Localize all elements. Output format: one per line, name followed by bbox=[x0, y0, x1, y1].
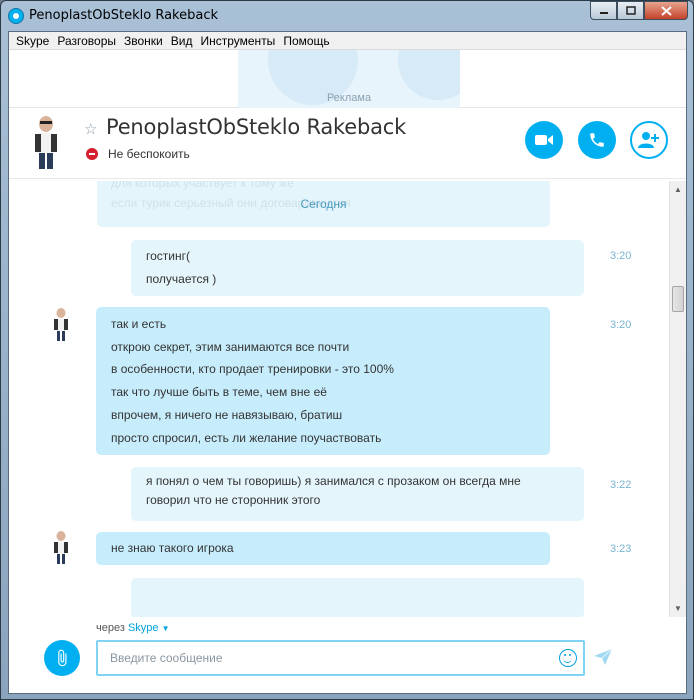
via-service[interactable]: Skype bbox=[128, 622, 159, 634]
app-window: PenoplastObSteklo Rakeback Skype Разгово… bbox=[0, 0, 694, 700]
message-bubble-outgoing[interactable]: гостинг( получается ) bbox=[131, 240, 584, 296]
message-text: открою секрет, этим занимаются все почти bbox=[111, 339, 350, 354]
sender-avatar[interactable] bbox=[52, 531, 70, 565]
message-text: говорил что не сторонник этого bbox=[146, 493, 321, 507]
send-icon[interactable] bbox=[593, 648, 613, 666]
ad-banner[interactable]: Реклама bbox=[238, 50, 460, 108]
message-text: впрочем, я ничего не навязываю, братиш bbox=[111, 407, 343, 422]
menu-bar: Skype Разговоры Звонки Вид Инструменты П… bbox=[9, 32, 686, 50]
message-time: 3:23 bbox=[610, 543, 632, 555]
video-camera-icon bbox=[535, 135, 553, 145]
menu-tools[interactable]: Инструменты bbox=[198, 34, 281, 48]
add-contact-button[interactable] bbox=[630, 121, 668, 159]
contact-name: PenoplastObSteklo Rakeback bbox=[106, 115, 407, 139]
chevron-down-icon[interactable]: ▼ bbox=[162, 624, 170, 633]
close-button[interactable] bbox=[644, 1, 688, 20]
ad-area: Реклама bbox=[9, 50, 686, 108]
emoji-icon[interactable] bbox=[559, 649, 577, 667]
message-text: гостинг( bbox=[146, 249, 190, 263]
audio-call-button[interactable] bbox=[578, 121, 616, 159]
message-text: не знаю такого игрока bbox=[111, 541, 234, 555]
message-text: просто спросил, есть ли желание поучаств… bbox=[111, 430, 382, 445]
send-via-selector[interactable]: через Skype ▼ bbox=[96, 622, 170, 634]
message-text: в особенности, кто продает тренировки - … bbox=[111, 362, 394, 377]
message-bubble-outgoing[interactable]: я понял о чем ты говоришь) я занимался с… bbox=[131, 467, 584, 521]
menu-view[interactable]: Вид bbox=[169, 34, 199, 48]
date-separator: для которых участвует к тому же если тур… bbox=[97, 181, 550, 227]
message-time: 3:22 bbox=[610, 479, 632, 491]
message-text: я понял о чем ты говоришь) я занимался с… bbox=[146, 474, 521, 488]
phone-icon bbox=[590, 133, 604, 147]
scroll-up-arrow-icon[interactable]: ▲ bbox=[670, 181, 686, 198]
do-not-disturb-icon bbox=[86, 148, 98, 160]
message-input[interactable] bbox=[98, 642, 538, 674]
ad-label: Реклама bbox=[326, 92, 372, 104]
contact-avatar[interactable] bbox=[31, 115, 61, 171]
menu-skype[interactable]: Skype bbox=[14, 34, 55, 48]
title-bar[interactable]: PenoplastObSteklo Rakeback bbox=[1, 1, 693, 31]
maximize-icon bbox=[625, 6, 636, 15]
contact-header: ☆ PenoplastObSteklo Rakeback Не беспокои… bbox=[9, 108, 686, 179]
message-input-box[interactable] bbox=[96, 640, 585, 676]
sender-avatar[interactable] bbox=[52, 308, 70, 342]
menu-calls[interactable]: Звонки bbox=[122, 34, 169, 48]
window-title: PenoplastObSteklo Rakeback bbox=[29, 8, 218, 23]
faded-message-line: для которых участвует к тому же bbox=[111, 181, 294, 190]
conversation-scrollbar[interactable]: ▲ ▼ bbox=[669, 181, 686, 617]
message-bubble-incoming[interactable]: не знаю такого игрока bbox=[96, 532, 550, 565]
close-icon bbox=[660, 5, 672, 16]
scroll-down-arrow-icon[interactable]: ▼ bbox=[670, 600, 686, 617]
contact-status: Не беспокоить bbox=[108, 147, 190, 161]
message-bubble-incoming[interactable]: так и есть открою секрет, этим занимаютс… bbox=[96, 307, 550, 455]
message-time: 3:20 bbox=[610, 250, 632, 262]
video-call-button[interactable] bbox=[525, 121, 563, 159]
scroll-thumb[interactable] bbox=[672, 286, 684, 312]
skype-logo-icon bbox=[8, 8, 24, 24]
paperclip-icon bbox=[58, 649, 67, 667]
add-person-icon bbox=[638, 132, 659, 148]
favorite-star-icon[interactable]: ☆ bbox=[84, 120, 97, 138]
minimize-button[interactable] bbox=[590, 1, 617, 20]
message-time: 3:20 bbox=[610, 319, 632, 331]
menu-conversations[interactable]: Разговоры bbox=[55, 34, 122, 48]
menu-help[interactable]: Помощь bbox=[281, 34, 335, 48]
window-controls bbox=[590, 1, 688, 20]
date-label: Сегодня bbox=[300, 197, 347, 211]
client-area: Skype Разговоры Звонки Вид Инструменты П… bbox=[8, 31, 687, 694]
conversation-area[interactable]: для которых участвует к тому же если тур… bbox=[9, 181, 686, 617]
message-text: так и есть bbox=[111, 317, 167, 331]
via-prefix: через bbox=[96, 622, 125, 634]
message-bubble-outgoing-partial[interactable] bbox=[131, 578, 584, 617]
attach-button[interactable] bbox=[44, 640, 80, 676]
minimize-icon bbox=[599, 11, 608, 14]
maximize-button[interactable] bbox=[617, 1, 644, 20]
message-text: получается ) bbox=[146, 271, 217, 286]
message-text: так что лучше быть в теме, чем вне её bbox=[111, 385, 327, 400]
